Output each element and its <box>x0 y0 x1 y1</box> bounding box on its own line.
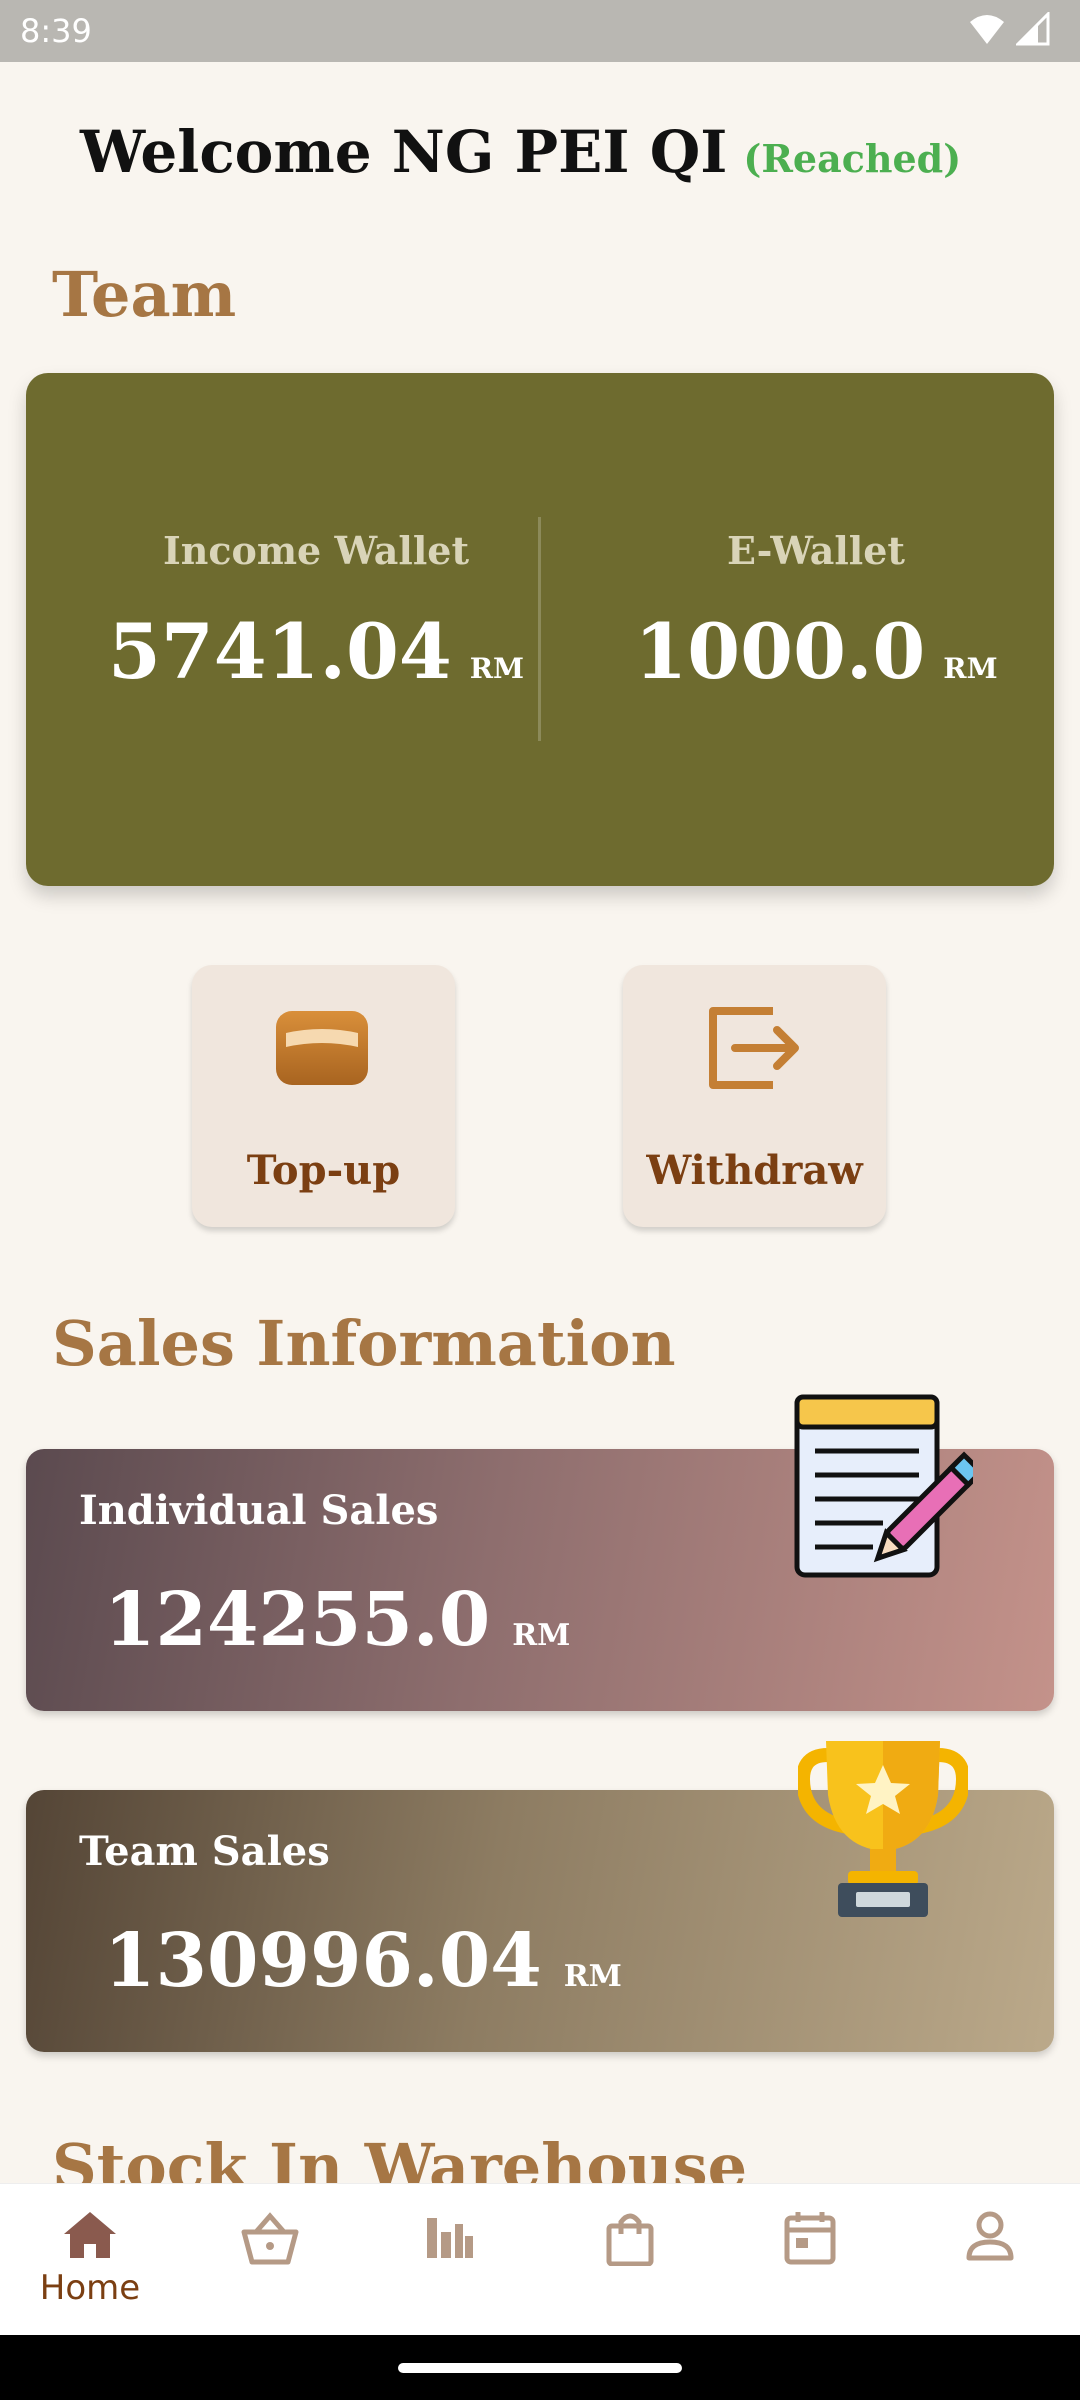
calendar-icon <box>784 2212 836 2265</box>
team-sales-label: Team Sales <box>79 1828 330 1875</box>
nav-home[interactable]: Home <box>35 2210 145 2308</box>
team-section-title: Team <box>52 258 237 331</box>
nav-shopping-bag[interactable] <box>575 2210 685 2270</box>
withdraw-label: Withdraw <box>646 1147 863 1194</box>
team-sales-amount: 130996.04 <box>104 1918 542 2004</box>
sales-section-title: Sales Information <box>52 1307 676 1380</box>
home-gesture-pill[interactable] <box>398 2363 682 2373</box>
trophy-icon <box>798 1741 968 1917</box>
home-icon <box>64 2212 116 2258</box>
bottom-navigation: Home <box>0 2183 1080 2336</box>
nav-home-label: Home <box>39 2268 141 2308</box>
welcome-text: Welcome NG PEI QI <box>80 118 728 186</box>
e-wallet-unit: RM <box>943 652 998 685</box>
individual-sales-label: Individual Sales <box>79 1487 439 1534</box>
wifi-icon <box>970 15 1004 44</box>
income-wallet[interactable]: Income Wallet 5741.04 RM <box>66 528 566 696</box>
individual-sales-amount: 124255.0 <box>104 1577 491 1663</box>
e-wallet-label: E-Wallet <box>727 528 905 573</box>
income-wallet-unit: RM <box>469 652 524 685</box>
status-time: 8:39 <box>20 12 92 50</box>
top-up-label: Top-up <box>246 1147 401 1194</box>
gesture-bar <box>0 2335 1080 2400</box>
profile-icon <box>966 2211 1014 2261</box>
nav-basket[interactable] <box>215 2210 325 2270</box>
income-wallet-label: Income Wallet <box>162 528 470 573</box>
status-bar: 8:39 <box>0 0 1080 62</box>
top-up-button[interactable]: Top-up <box>192 965 455 1227</box>
notepad-pencil-icon <box>794 1394 973 1578</box>
welcome-header: Welcome NG PEI QI (Reached) <box>80 118 961 186</box>
nav-profile[interactable] <box>935 2210 1045 2266</box>
individual-sales-unit: RM <box>512 1618 571 1653</box>
nav-stats[interactable] <box>395 2210 505 2264</box>
income-wallet-amount: 5741.04 <box>107 607 452 696</box>
e-wallet-amount: 1000.0 <box>634 607 926 696</box>
shopping-bag-icon <box>606 2213 654 2267</box>
withdraw-icon <box>709 1007 799 1089</box>
team-wallet-card: Income Wallet 5741.04 RM E-Wallet 1000.0 R… <box>26 373 1054 886</box>
withdraw-button[interactable]: Withdraw <box>623 965 886 1227</box>
basket-icon <box>241 2212 299 2265</box>
signal-icon <box>1016 12 1050 46</box>
wallet-icon <box>276 1011 368 1085</box>
wallet-divider <box>538 517 541 741</box>
reached-status-badge: (Reached) <box>743 136 962 181</box>
nav-calendar[interactable] <box>755 2210 865 2270</box>
e-wallet[interactable]: E-Wallet 1000.0 RM <box>566 528 1066 696</box>
stats-icon <box>427 2218 473 2258</box>
team-sales-unit: RM <box>563 1959 622 1994</box>
